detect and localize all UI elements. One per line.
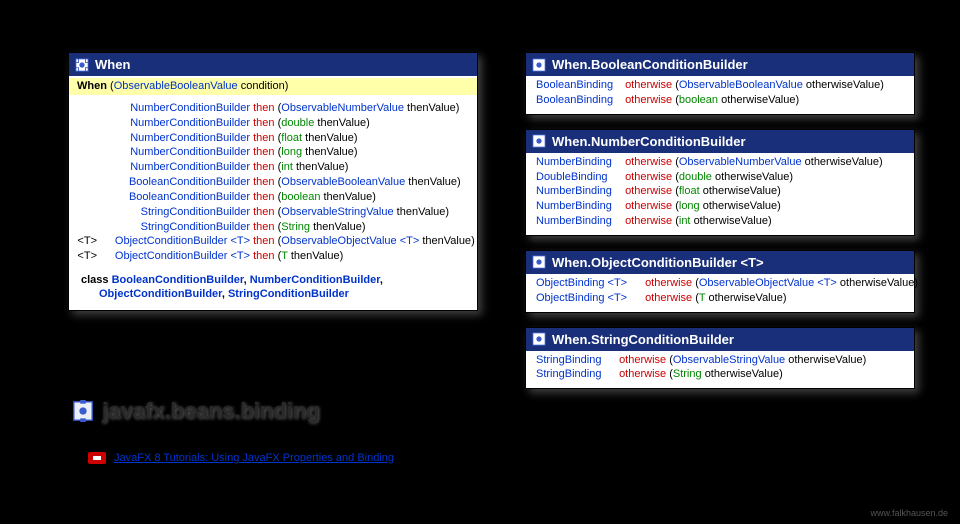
- method-row: NumberConditionBuilder then (ObservableN…: [73, 101, 473, 116]
- watermark: www.falkhausen.de: [870, 508, 948, 518]
- class-title: When.BooleanConditionBuilder: [552, 57, 748, 72]
- classbox-when: When When (ObservableBooleanValue condit…: [68, 52, 478, 311]
- method-row: NumberConditionBuilder then (float thenV…: [73, 131, 473, 146]
- class-title: When.StringConditionBuilder: [552, 332, 734, 347]
- method-row: DoubleBinding otherwise (double otherwis…: [530, 170, 910, 185]
- method-row: StringBinding otherwise (ObservableStrin…: [530, 353, 910, 368]
- classbox-header: When: [69, 53, 477, 76]
- classbox-str: When.StringConditionBuilder StringBindin…: [525, 327, 915, 390]
- nested-classes: class BooleanConditionBuilder, NumberCon…: [73, 270, 473, 288]
- method-row: BooleanBinding otherwise (boolean otherw…: [530, 93, 910, 108]
- classbox-obj: When.ObjectConditionBuilder <T> ObjectBi…: [525, 250, 915, 313]
- nested-classes-cont: ObjectConditionBuilder, StringConditionB…: [73, 288, 473, 304]
- classbox-bool: When.BooleanConditionBuilder BooleanBind…: [525, 52, 915, 115]
- classbox-header: When.BooleanConditionBuilder: [526, 53, 914, 76]
- puzzle-icon: [75, 58, 89, 72]
- tutorial-link[interactable]: JavaFX 8 Tutorials: Using JavaFX Propert…: [114, 452, 394, 464]
- puzzle-icon: [532, 58, 546, 72]
- puzzle-icon: [532, 332, 546, 346]
- method-row: ObjectBinding <T> otherwise (T otherwise…: [530, 291, 910, 306]
- classbox-body: When (ObservableBooleanValue condition) …: [69, 76, 477, 310]
- class-title: When: [95, 57, 130, 72]
- method-row: StringBinding otherwise (String otherwis…: [530, 367, 910, 382]
- method-row: NumberBinding otherwise (ObservableNumbe…: [530, 155, 910, 170]
- package-title: javafx.beans.binding: [72, 398, 320, 424]
- tutorial-link-row: JavaFX 8 Tutorials: Using JavaFX Propert…: [88, 452, 394, 464]
- puzzle-icon: [532, 255, 546, 269]
- classbox-header: When.NumberConditionBuilder: [526, 130, 914, 153]
- classbox-header: When.StringConditionBuilder: [526, 328, 914, 351]
- method-row: StringConditionBuilder then (String then…: [73, 220, 473, 235]
- classbox-header: When.ObjectConditionBuilder <T>: [526, 251, 914, 274]
- method-row: <T> ObjectConditionBuilder <T> then (Obs…: [73, 234, 473, 249]
- puzzle-icon: [72, 400, 94, 422]
- classbox-num: When.NumberConditionBuilder NumberBindin…: [525, 129, 915, 236]
- method-row: StringConditionBuilder then (ObservableS…: [73, 205, 473, 220]
- method-row: <T> ObjectConditionBuilder <T> then (T t…: [73, 249, 473, 264]
- method-row: NumberConditionBuilder then (double then…: [73, 116, 473, 131]
- constructor-row: When (ObservableBooleanValue condition): [69, 78, 477, 95]
- tutorial-icon: [88, 452, 106, 464]
- method-row: NumberBinding otherwise (int otherwiseVa…: [530, 214, 910, 229]
- method-row: BooleanConditionBuilder then (Observable…: [73, 175, 473, 190]
- method-row: NumberConditionBuilder then (int thenVal…: [73, 160, 473, 175]
- method-row: NumberConditionBuilder then (long thenVa…: [73, 145, 473, 160]
- method-row: ObjectBinding <T> otherwise (ObservableO…: [530, 276, 910, 291]
- method-row: NumberBinding otherwise (float otherwise…: [530, 184, 910, 199]
- method-row: BooleanConditionBuilder then (boolean th…: [73, 190, 473, 205]
- method-row: NumberBinding otherwise (long otherwiseV…: [530, 199, 910, 214]
- method-row: BooleanBinding otherwise (ObservableBool…: [530, 78, 910, 93]
- class-title: When.NumberConditionBuilder: [552, 134, 746, 149]
- package-name: javafx.beans.binding: [102, 398, 320, 424]
- puzzle-icon: [532, 134, 546, 148]
- class-title: When.ObjectConditionBuilder <T>: [552, 255, 764, 270]
